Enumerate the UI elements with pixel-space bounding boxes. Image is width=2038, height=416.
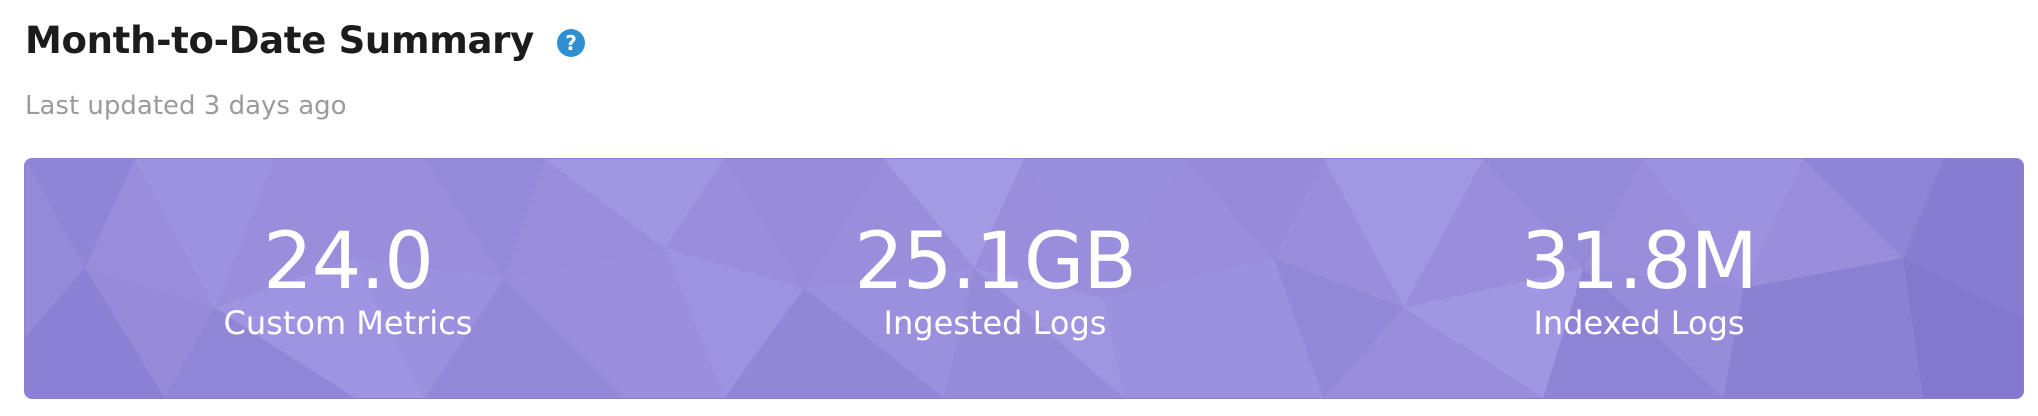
summary-metrics-panel: 24.0 Custom Metrics 25.1GB Ingested Logs…: [24, 158, 2024, 399]
metric-label: Indexed Logs: [1533, 304, 1745, 342]
metric-custom-metrics: 24.0 Custom Metrics: [148, 221, 548, 343]
month-to-date-summary-page: Month-to-Date Summary ? Last updated 3 d…: [0, 0, 2038, 416]
metric-indexed-logs: 31.8M Indexed Logs: [1439, 221, 1839, 343]
page-title: Month-to-Date Summary: [25, 19, 534, 62]
metric-value: 24.0: [263, 217, 434, 307]
metric-label: Ingested Logs: [883, 304, 1107, 342]
svg-text:?: ?: [565, 31, 577, 55]
metric-value: 25.1GB: [854, 217, 1137, 307]
summary-header: Month-to-Date Summary ?: [25, 16, 586, 66]
metric-value: 31.8M: [1521, 217, 1758, 307]
metric-label: Custom Metrics: [223, 304, 473, 342]
metric-ingested-logs: 25.1GB Ingested Logs: [795, 221, 1195, 343]
question-circle-icon[interactable]: ?: [556, 28, 586, 58]
last-updated-text: Last updated 3 days ago: [25, 91, 347, 121]
